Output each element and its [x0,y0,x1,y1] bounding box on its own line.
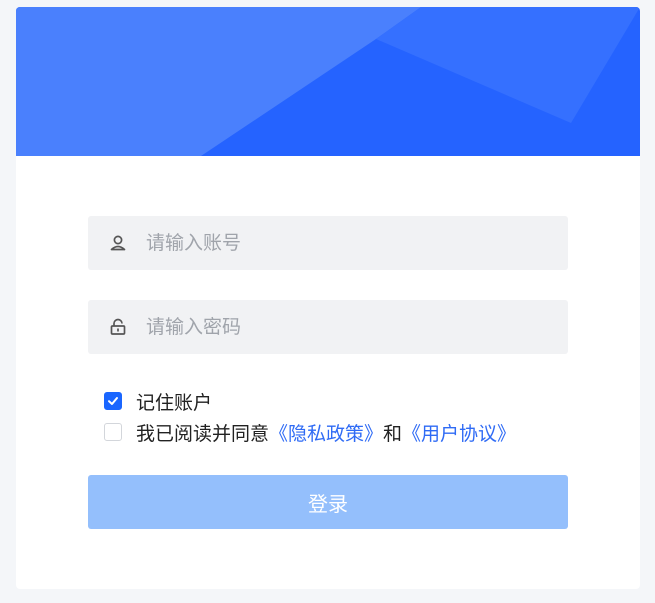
lock-icon [110,318,126,335]
password-input[interactable] [146,300,546,354]
remember-checkbox[interactable] [104,392,122,410]
agreement-row[interactable]: 我已阅读并同意 《隐私政策》 和 《用户协议》 [104,419,516,445]
privacy-policy-link[interactable]: 《隐私政策》 [269,419,383,446]
user-icon [110,235,126,251]
agreement-checkbox[interactable] [104,423,122,441]
account-input[interactable] [146,216,546,270]
remember-account-row[interactable]: 记住账户 [104,388,212,414]
password-field[interactable] [88,300,568,354]
agreement-connector: 和 [383,422,403,445]
checkmark-icon [108,397,118,405]
remember-label: 记住账户 [136,391,213,414]
login-card: 记住账户 我已阅读并同意 《隐私政策》 和 《用户协议》 登录 [16,7,640,589]
agreement-prefix: 我已阅读并同意 [136,422,270,445]
login-button[interactable]: 登录 [88,475,568,529]
user-agreement-link[interactable]: 《用户协议》 [402,419,516,446]
header-banner [16,7,640,156]
account-field[interactable] [88,216,568,270]
